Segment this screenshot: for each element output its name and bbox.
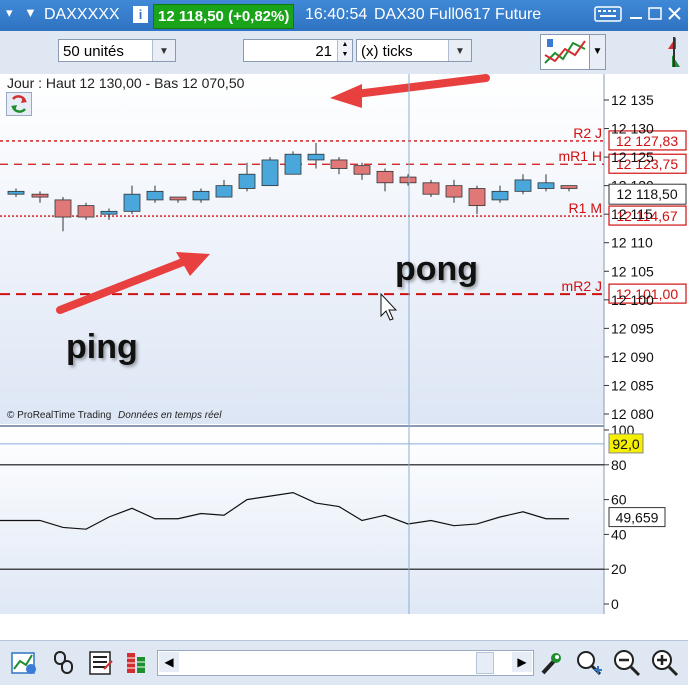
pivot-level-name: R2 J — [573, 125, 602, 141]
indicator-value: 49,659 — [616, 510, 659, 526]
pivot-level-name: mR1 H — [558, 148, 602, 164]
menu-dropdown-icon[interactable]: ▼ — [24, 5, 37, 20]
bars-icon[interactable] — [124, 649, 152, 677]
candle[interactable] — [77, 205, 95, 218]
ping-annotation: ping — [66, 328, 138, 366]
instrument-description: DAX30 Full0617 Future — [374, 6, 542, 23]
ticks-spinner[interactable]: 21 ▲ ▼ — [243, 39, 353, 62]
title-bar: ▾ ▼ DAXXXXX i 12 118,50 (+0,82%) 16:40:5… — [0, 0, 688, 31]
copyright-text: © ProRealTime Trading — [7, 410, 112, 421]
copyright-label: © ProRealTime Trading Données en temps r… — [7, 410, 221, 421]
split-view-icon[interactable] — [664, 35, 684, 69]
price-tick-label: 12 110 — [611, 235, 653, 251]
wrench-icon[interactable] — [538, 649, 564, 677]
price-tick-label: 12 135 — [611, 92, 654, 108]
instrument-name[interactable]: DAXXXXX — [44, 6, 120, 24]
price-panel[interactable] — [0, 74, 604, 424]
candle[interactable] — [376, 170, 394, 184]
candle[interactable] — [7, 190, 25, 195]
indicator-tick-label: 80 — [611, 457, 627, 473]
scroll-thumb[interactable] — [476, 652, 494, 674]
candle[interactable] — [307, 153, 325, 161]
price-tick-label: 12 085 — [611, 377, 654, 393]
pivot-level-name: R1 M — [569, 200, 602, 216]
chart-add-icon[interactable] — [10, 649, 38, 677]
chart-style-dropdown[interactable]: ▼ — [589, 34, 606, 70]
candle[interactable] — [238, 173, 256, 189]
price-tick-label: 12 095 — [611, 320, 654, 336]
indicator-tick-label: 0 — [611, 596, 619, 612]
candle[interactable] — [215, 185, 233, 198]
units-select[interactable]: 50 unités ▼ — [58, 39, 176, 62]
candle[interactable] — [445, 185, 463, 198]
candle[interactable] — [261, 159, 279, 187]
price-tick-label: 12 100 — [611, 292, 654, 308]
candle[interactable] — [514, 179, 532, 192]
candle[interactable] — [146, 190, 164, 201]
current-price-value: 12 118,50 — [616, 186, 677, 202]
price-tick-label: 12 090 — [611, 349, 654, 365]
price-change-badge: 12 118,50 (+0,82%) — [153, 4, 295, 29]
chart-style-icon — [544, 39, 586, 64]
indicator-tick-label: 20 — [611, 561, 627, 577]
indicator-tick-label: 60 — [611, 492, 627, 508]
link-icon[interactable] — [50, 649, 78, 677]
candle[interactable] — [284, 153, 302, 175]
candle[interactable] — [399, 176, 417, 184]
price-tick-label: 12 130 — [611, 121, 654, 137]
candle[interactable] — [353, 165, 371, 175]
candle[interactable] — [192, 190, 210, 201]
day-high-low-label: Jour : Haut 12 130,00 - Bas 12 070,50 — [7, 75, 245, 91]
candle[interactable] — [537, 182, 555, 189]
keyboard-icon[interactable] — [593, 5, 623, 25]
candle[interactable] — [330, 159, 348, 169]
zoom-fit-icon[interactable] — [574, 648, 604, 678]
indicator-panel[interactable] — [0, 428, 604, 614]
zoom-out-icon[interactable] — [612, 648, 642, 678]
close-icon[interactable] — [664, 5, 686, 25]
chart-toolbar: 50 unités ▼ 21 ▲ ▼ (x) ticks ▼ ▼ — [0, 31, 688, 75]
units-select-value: 50 unités — [63, 43, 124, 60]
clock-time: 16:40:54 — [305, 6, 368, 23]
refresh-icon[interactable] — [6, 92, 32, 116]
candle[interactable] — [169, 196, 187, 201]
candle[interactable] — [468, 188, 486, 207]
price-tick-label: 12 115 — [611, 206, 653, 222]
candle[interactable] — [54, 199, 72, 218]
indicator-tick-label: 40 — [611, 526, 627, 542]
chevron-down-icon[interactable]: ▼ — [448, 40, 471, 61]
scroll-left-icon[interactable]: ◀ — [159, 652, 179, 672]
candle[interactable] — [100, 210, 118, 215]
list-icon[interactable] — [88, 649, 116, 677]
candle[interactable] — [31, 193, 49, 198]
chart-area[interactable]: R2 J 12 127,83 mR1 H 12 123,75 R1 M 12 114,67… — [0, 74, 688, 640]
chevron-down-icon[interactable]: ▾ — [6, 5, 13, 21]
scroll-right-icon[interactable]: ▶ — [512, 652, 532, 672]
price-tick-label: 12 080 — [611, 406, 654, 422]
ticks-spinner-value: 21 — [315, 43, 332, 60]
candle[interactable] — [560, 185, 578, 189]
chevron-down-icon[interactable]: ▼ — [152, 40, 175, 61]
bottom-toolbar: ◀ ▶ — [0, 640, 688, 685]
candle[interactable] — [123, 193, 141, 212]
info-icon[interactable]: i — [133, 6, 148, 23]
ticks-unit-select-value: (x) ticks — [361, 43, 413, 60]
chart-style-button[interactable] — [540, 34, 590, 70]
horizontal-scrollbar[interactable]: ◀ ▶ — [157, 650, 534, 676]
indicator-upper-value: 92,0 — [612, 436, 639, 452]
candle[interactable] — [422, 182, 440, 195]
price-tick-label: 12 105 — [611, 263, 654, 279]
ticks-unit-select[interactable]: (x) ticks ▼ — [356, 39, 472, 62]
pivot-level-name: mR2 J — [562, 278, 602, 294]
spinner-arrows-icon[interactable]: ▲ ▼ — [337, 40, 352, 61]
realtime-text: Données en temps réel — [118, 410, 222, 421]
candle[interactable] — [491, 190, 509, 201]
price-tick-label: 12 125 — [611, 149, 654, 165]
pong-annotation: pong — [395, 250, 479, 288]
zoom-in-icon[interactable] — [650, 648, 680, 678]
